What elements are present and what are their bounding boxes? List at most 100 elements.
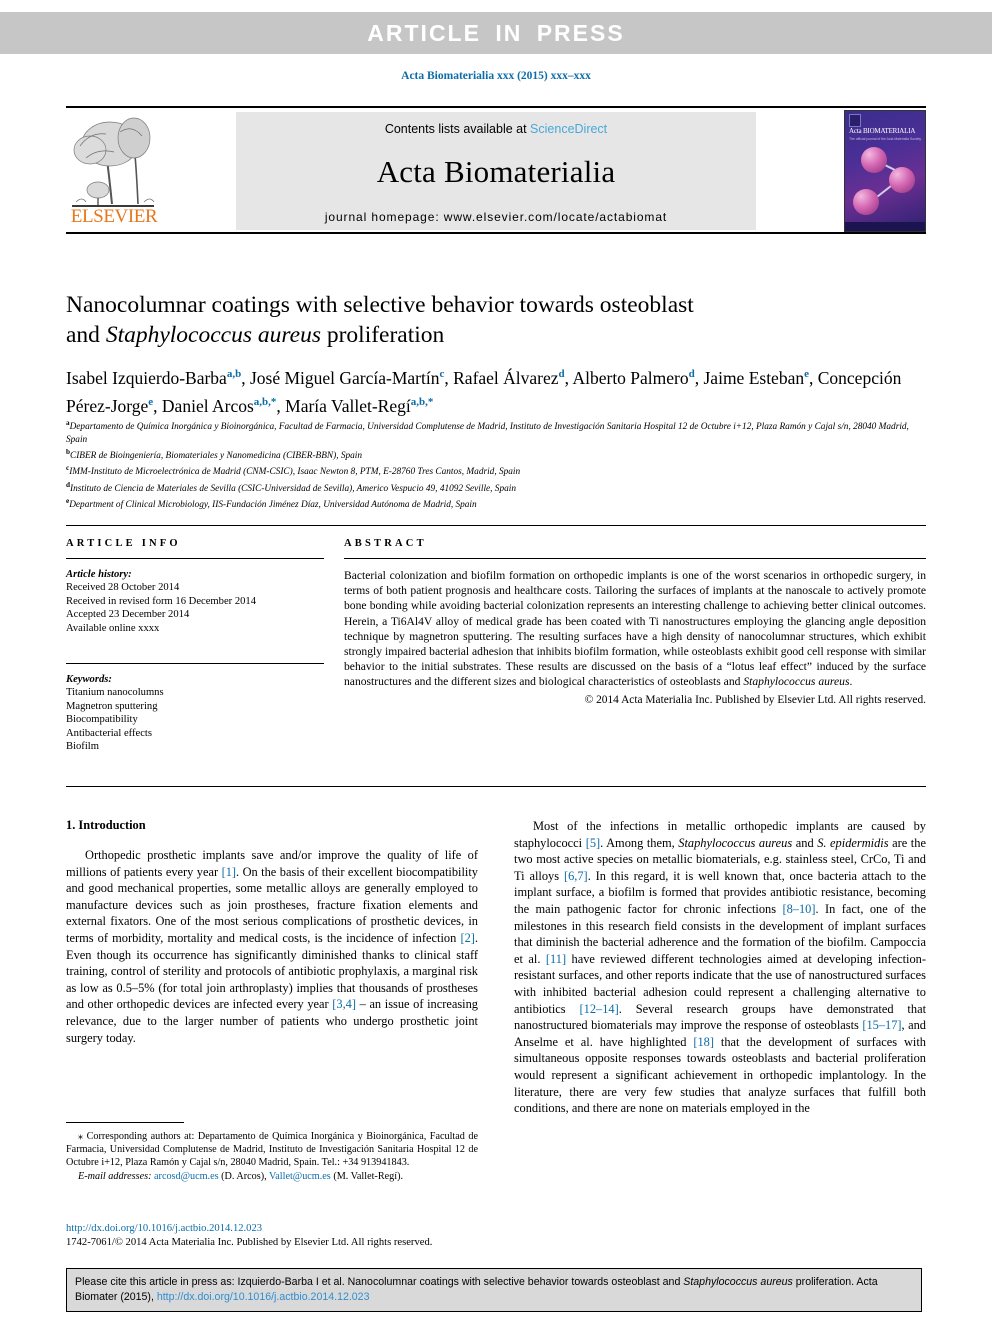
cite-species-italic: Staphylococcus aureus	[683, 1276, 793, 1288]
contents-prefix-label: Contents lists available at	[384, 122, 531, 136]
intro-right-text-c: and	[792, 835, 818, 850]
masthead-top-rule	[66, 106, 926, 108]
footnote-rule	[66, 1122, 184, 1123]
abstract-part-2: .	[849, 675, 853, 689]
citation-ref-12-14[interactable]: [12–14]	[580, 1002, 619, 1016]
citation-ref-6-7[interactable]: [6,7]	[564, 869, 588, 883]
doi-issn-block: http://dx.doi.org/10.1016/j.actbio.2014.…	[66, 1222, 536, 1250]
author-name: Alberto Palmero	[572, 367, 689, 388]
author-affiliation-marker: a,b,*	[410, 395, 434, 408]
abstract-column: ABSTRACT Bacterial colonization and biof…	[344, 538, 926, 717]
abstract-copyright: © 2014 Acta Materialia Inc. Published by…	[584, 693, 926, 706]
citation-ref-11[interactable]: [11]	[546, 952, 566, 966]
keywords-block: Keywords: Titanium nanocolumns Magnetron…	[66, 673, 324, 753]
abstract-species-italic: Staphylococcus aureus	[743, 675, 850, 689]
affiliation-item: cIMM-Instituto de Microelectrónica de Ma…	[66, 462, 928, 479]
author-affiliation-marker: d	[688, 368, 695, 380]
keywords-label: Keywords:	[66, 674, 112, 686]
issn-copyright-line: 1742-7061/© 2014 Acta Materialia Inc. Pu…	[66, 1237, 433, 1248]
article-history-item: Accepted 23 December 2014	[66, 609, 190, 621]
author-affiliation-marker: e	[148, 395, 154, 408]
author-name: Rafael Álvarez	[453, 367, 559, 388]
affiliation-item: aDepartamento de Química Inorgánica y Bi…	[66, 417, 928, 446]
contents-available-line: Contents lists available at ScienceDirec…	[236, 122, 756, 136]
please-cite-box: Please cite this article in press as: Iz…	[66, 1268, 922, 1312]
masthead-bottom-rule	[66, 232, 926, 234]
author-affiliation-marker: e	[804, 368, 809, 380]
page-title: Nanocolumnar coatings with selective beh…	[66, 290, 896, 350]
title-line-2-suffix: proliferation	[320, 322, 445, 348]
corresponding-author-footnote: ⁎ Corresponding authors at: Departamento…	[66, 1122, 478, 1183]
sciencedirect-link[interactable]: ScienceDirect	[530, 122, 607, 136]
info-section-top-rule	[66, 525, 926, 526]
affiliation-text: CIBER de Bioingeniería, Biomateriales y …	[70, 451, 363, 461]
cite-doi-link[interactable]: http://dx.doi.org/10.1016/j.actbio.2014.…	[157, 1291, 370, 1303]
affiliation-list: aDepartamento de Química Inorgánica y Bi…	[66, 417, 928, 512]
author-affiliation-marker: d	[558, 368, 565, 380]
intro-right-text-b: . Among them,	[600, 835, 679, 850]
journal-title: Acta Biomaterialia	[376, 154, 616, 189]
elsevier-tree-icon	[72, 117, 155, 207]
article-history-block: Article history: Received 28 October 201…	[66, 568, 324, 635]
author-name: Jaime Esteban	[703, 367, 805, 388]
footnote-corresponding-text: ⁎ Corresponding authors at: Departamento…	[66, 1131, 478, 1169]
author-name: Isabel Izquierdo-Barba	[66, 367, 227, 388]
citation-ref-3-4[interactable]: [3,4]	[332, 997, 356, 1011]
citation-ref-2[interactable]: [2]	[460, 931, 474, 945]
cover-subtitle-label: The official journal of the Acta Materia…	[849, 137, 922, 141]
affiliation-item: eDepartment of Clinical Microbiology, II…	[66, 495, 928, 512]
cover-sphere-icon	[889, 167, 915, 193]
email-addresses-label: E-mail addresses:	[78, 1170, 152, 1182]
affiliation-text: Instituto de Ciencia de Materiales de Se…	[70, 484, 516, 494]
cover-sphere-icon	[861, 147, 887, 173]
keyword-item: Biofilm	[66, 741, 99, 753]
title-species-italic: Staphylococcus aureus	[105, 322, 321, 348]
article-history-label: Article history:	[66, 569, 132, 580]
keyword-item: Magnetron sputtering	[66, 700, 158, 712]
keyword-item: Titanium nanocolumns	[66, 687, 164, 699]
abstract-text: Bacterial colonization and biofilm forma…	[344, 568, 926, 690]
cite-prefix: Please cite this article in press as: Iz…	[75, 1276, 684, 1288]
author-affiliation-marker: c	[439, 368, 445, 380]
article-info-rule	[66, 558, 324, 559]
keywords-rule	[66, 663, 324, 665]
doi-link[interactable]: http://dx.doi.org/10.1016/j.actbio.2014.…	[66, 1222, 536, 1236]
title-line-2-prefix: and	[66, 322, 106, 348]
journal-homepage-line[interactable]: journal homepage: www.elsevier.com/locat…	[236, 210, 756, 224]
masthead-center-panel: Contents lists available at ScienceDirec…	[236, 112, 756, 230]
footnote-email-line: E-mail addresses: arcosd@ucm.es (D. Arco…	[66, 1170, 478, 1183]
abstract-part-1: Bacterial colonization and biofilm forma…	[344, 569, 926, 689]
author-name: Daniel Arcos	[161, 395, 254, 416]
citation-ref-8-10[interactable]: [8–10]	[782, 902, 815, 916]
email-link-arcos[interactable]: arcosd@ucm.es	[154, 1171, 219, 1182]
article-in-press-label: ARTICLE IN PRESS	[367, 19, 625, 46]
cite-text: Please cite this article in press as: Iz…	[75, 1275, 913, 1304]
article-info-heading: ARTICLE INFO	[66, 538, 181, 549]
article-info-column: ARTICLE INFO Article history: Received 2…	[66, 538, 324, 753]
abstract-heading: ABSTRACT	[344, 538, 427, 549]
intro-species-italic-2: S. epidermidis	[817, 835, 889, 850]
citation-ref-15-17[interactable]: [15–17]	[862, 1018, 901, 1032]
citation-ref-5[interactable]: [5]	[586, 836, 600, 850]
journal-cover-thumbnail: Acta BIOMATERIALIA The official journal …	[844, 110, 926, 232]
author-name: María Vallet-Regí	[285, 395, 411, 416]
author-affiliation-marker: a,b,*	[253, 395, 277, 408]
body-column-left: 1. Introduction Orthopedic prosthetic im…	[66, 818, 478, 1046]
email-owner-arcos: (D. Arcos),	[218, 1170, 270, 1182]
keyword-item: Biocompatibility	[66, 714, 138, 726]
citation-ref-18[interactable]: [18]	[693, 1035, 714, 1049]
body-column-right: Most of the infections in metallic ortho…	[514, 818, 926, 1117]
intro-species-italic-1: Staphylococcus aureus	[678, 835, 793, 850]
cover-elsevier-mark-icon	[849, 114, 861, 127]
introduction-paragraph-left: Orthopedic prosthetic implants save and/…	[66, 847, 478, 1046]
citation-ref-1[interactable]: [1]	[222, 865, 236, 879]
article-history-item: Received 28 October 2014	[66, 582, 180, 594]
introduction-heading: 1. Introduction	[66, 818, 146, 832]
abstract-rule	[344, 558, 926, 559]
affiliation-text: Department of Clinical Microbiology, IIS…	[69, 500, 477, 511]
running-head-citation: Acta Biomaterialia xxx (2015) xxx–xxx	[401, 70, 591, 82]
journal-masthead: ELSEVIER Contents lists available at Sci…	[66, 106, 926, 234]
author-list: Isabel Izquierdo-Barbaa,b, José Miguel G…	[66, 367, 902, 416]
author-affiliation-marker: a,b	[226, 368, 242, 380]
email-link-vallet[interactable]: Vallet@ucm.es	[269, 1171, 331, 1182]
